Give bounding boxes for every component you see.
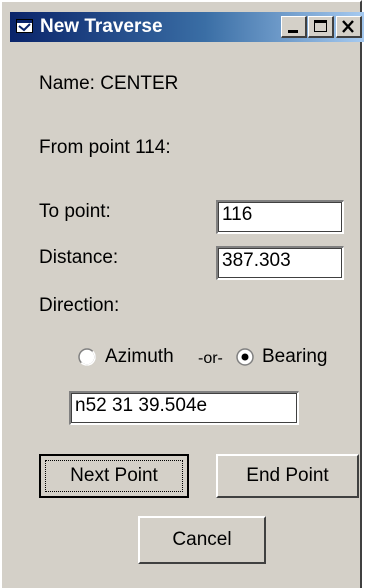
end-point-button-label: End Point (246, 465, 329, 486)
app-window-icon (16, 18, 34, 34)
radio-checked-icon (236, 348, 254, 366)
azimuth-radio[interactable] (78, 348, 96, 366)
or-label: -or- (198, 350, 223, 367)
new-traverse-window: New Traverse Name: CENTER From point 114… (0, 0, 364, 588)
cancel-button[interactable]: Cancel (138, 516, 266, 564)
to-point-label: To point: (39, 201, 111, 222)
close-icon (342, 20, 354, 33)
bearing-radio[interactable] (236, 348, 254, 366)
direction-label: Direction: (39, 295, 120, 316)
azimuth-label[interactable]: Azimuth (105, 346, 174, 368)
radio-unchecked-icon (78, 348, 96, 366)
end-point-button[interactable]: End Point (216, 454, 359, 498)
title-bar[interactable]: New Traverse (10, 12, 364, 42)
maximize-button[interactable] (308, 16, 334, 38)
next-point-button[interactable]: Next Point (39, 454, 189, 498)
close-button[interactable] (336, 16, 362, 38)
maximize-icon (314, 20, 327, 32)
distance-input[interactable]: 387.303 (216, 246, 344, 280)
window-title: New Traverse (40, 16, 163, 37)
distance-label: Distance: (39, 247, 119, 268)
name-label: Name: CENTER (39, 73, 179, 94)
minimize-button[interactable] (281, 16, 307, 38)
cancel-button-label: Cancel (172, 529, 232, 550)
bearing-label[interactable]: Bearing (262, 346, 328, 368)
minimize-icon (288, 30, 298, 33)
direction-input[interactable]: n52 31 39.504e (69, 391, 299, 425)
from-point-label: From point 114: (39, 137, 171, 158)
next-point-button-label: Next Point (70, 465, 158, 486)
to-point-input[interactable]: 116 (216, 200, 344, 234)
